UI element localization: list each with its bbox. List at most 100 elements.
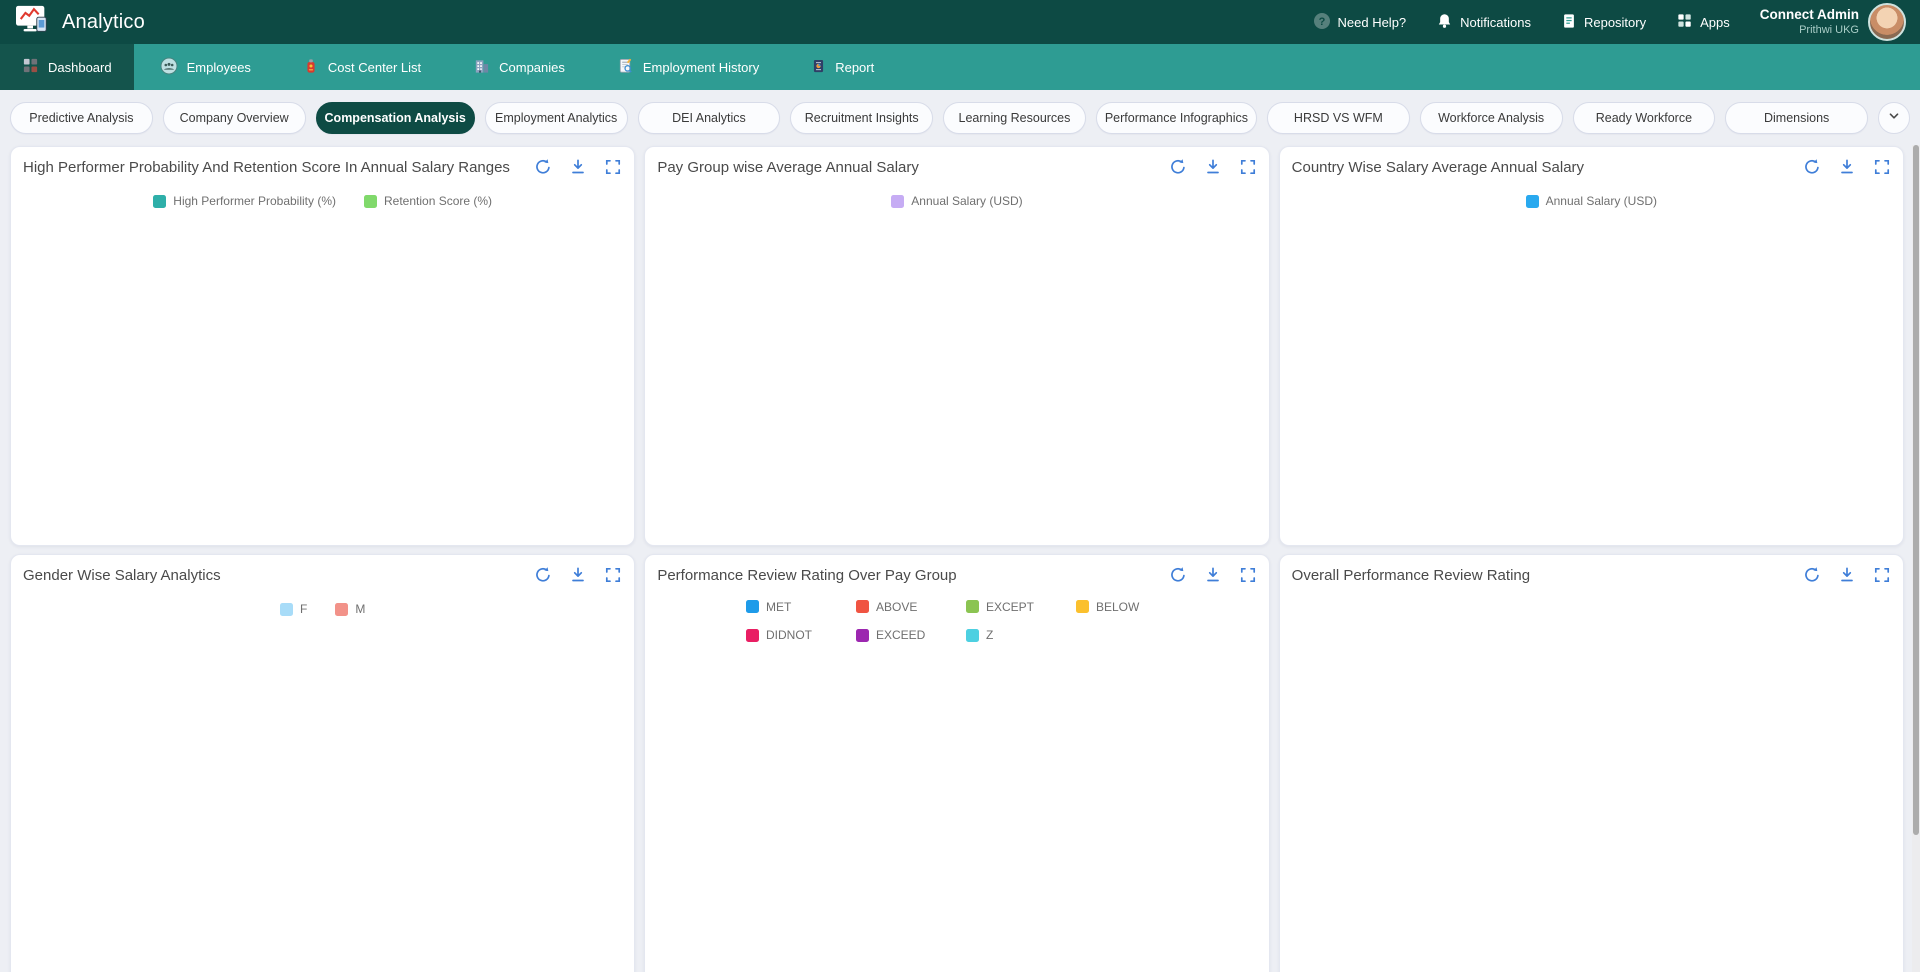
- dashboard-icon: [22, 57, 39, 77]
- user-name: Connect Admin: [1760, 7, 1859, 24]
- refresh-icon[interactable]: 02040608010012080,000 - 89,99970,000 - 7…: [534, 158, 552, 176]
- card-overall-performance: Overall Performance Review Rating BELOW …: [1279, 554, 1904, 972]
- card-title: Country Wise Salary Average Annual Salar…: [1292, 159, 1803, 176]
- legend-label: DIDNOT: [766, 628, 812, 642]
- chart-legend: Annual Salary (USD): [657, 187, 1256, 215]
- fullscreen-icon[interactable]: [1239, 158, 1257, 176]
- pill-employment-analytics[interactable]: Employment Analytics: [485, 102, 628, 134]
- pill-hrsd-vs-wfm[interactable]: HRSD VS WFM: [1267, 102, 1410, 134]
- header-need-help-label: Need Help?: [1338, 15, 1407, 30]
- fullscreen-icon[interactable]: [1239, 566, 1257, 584]
- tab-label: Employees: [187, 60, 251, 75]
- legend-label: MET: [766, 600, 791, 614]
- tab-dashboard[interactable]: Dashboard: [0, 44, 134, 90]
- header-repository[interactable]: Repository: [1561, 12, 1646, 33]
- download-icon[interactable]: [1838, 158, 1856, 176]
- legend-item-f: F: [280, 602, 307, 616]
- download-icon[interactable]: [1204, 158, 1222, 176]
- legend-swatch: [966, 600, 979, 613]
- pill-predictive-analysis[interactable]: Predictive Analysis: [10, 102, 153, 134]
- legend-label: Retention Score (%): [384, 194, 492, 208]
- tab-employment-history[interactable]: Employment History: [591, 44, 785, 90]
- bell-icon: [1436, 12, 1453, 33]
- legend-item-above: ABOVE: [856, 600, 948, 614]
- download-icon[interactable]: [569, 158, 587, 176]
- legend-swatch: [746, 629, 759, 642]
- legend-label: High Performer Probability (%): [173, 194, 336, 208]
- chart-legend: High Performer Probability (%) Retention …: [23, 187, 622, 215]
- employees-icon: [160, 57, 178, 78]
- legend-swatch: [1076, 600, 1089, 613]
- legend-label: BELOW: [1096, 600, 1139, 614]
- fullscreen-icon[interactable]: [604, 566, 622, 584]
- tab-companies[interactable]: Companies: [447, 44, 591, 90]
- tab-report[interactable]: Report: [785, 44, 900, 90]
- scrollbar-thumb[interactable]: [1913, 145, 1919, 835]
- legend-label: Annual Salary (USD): [1546, 194, 1657, 208]
- refresh-icon[interactable]: 0501001502002500 - 9,99910,000 - 19,9992…: [534, 566, 552, 584]
- legend-item-except: EXCEPT: [966, 600, 1058, 614]
- legend-swatch: [966, 629, 979, 642]
- card-actions: 050K100K150KCorporateManagementManufactu…: [1169, 158, 1257, 176]
- legend-item-didnot: DIDNOT: [746, 628, 838, 642]
- refresh-icon[interactable]: 050K100K150KCorporateManagementManufactu…: [1169, 158, 1187, 176]
- legend-label: EXCEED: [876, 628, 925, 642]
- legend-label: Z: [986, 628, 993, 642]
- header-apps-label: Apps: [1700, 15, 1730, 30]
- user-menu[interactable]: Connect AdminPrithwi UKG: [1760, 3, 1906, 41]
- refresh-icon[interactable]: Regional VPWorldwide - BrazilWorldwide -…: [1169, 566, 1187, 584]
- header-apps[interactable]: Apps: [1676, 12, 1730, 32]
- employment-history-icon: [617, 57, 634, 78]
- app-title: Analytico: [62, 11, 145, 34]
- legend-swatch: [891, 195, 904, 208]
- refresh-icon[interactable]: BELOW : 131 (15%)EXCEPT : 164 (19%)ABOVE…: [1803, 566, 1821, 584]
- fullscreen-icon[interactable]: [604, 158, 622, 176]
- pill-compensation-analysis[interactable]: Compensation Analysis: [316, 102, 475, 134]
- overall-performance-donut-chart: [1292, 595, 1891, 967]
- user-avatar[interactable]: [1868, 3, 1906, 41]
- card-high-performer-retention: High Performer Probability And Retention…: [10, 146, 635, 546]
- card-performance-pay-group: Performance Review Rating Over Pay Group…: [644, 554, 1269, 972]
- pill-recruitment-insights[interactable]: Recruitment Insights: [790, 102, 933, 134]
- header-need-help[interactable]: ? Need Help?: [1313, 12, 1407, 33]
- card-title: Overall Performance Review Rating: [1292, 567, 1803, 584]
- pill-dei-analytics[interactable]: DEI Analytics: [638, 102, 781, 134]
- card-title: Pay Group wise Average Annual Salary: [657, 159, 1168, 176]
- legend-swatch: [364, 195, 377, 208]
- tab-label: Dashboard: [48, 60, 112, 75]
- fullscreen-icon[interactable]: [1873, 158, 1891, 176]
- tab-cost-center-list[interactable]: Cost Center List: [277, 44, 447, 90]
- legend-item-retention-score-: Retention Score (%): [364, 194, 492, 208]
- more-pills-button[interactable]: [1878, 102, 1910, 134]
- legend-swatch: [1526, 195, 1539, 208]
- download-icon[interactable]: [1204, 566, 1222, 584]
- download-icon[interactable]: [569, 566, 587, 584]
- help-icon: ?: [1313, 12, 1331, 33]
- repository-icon: [1561, 12, 1577, 33]
- header-repository-label: Repository: [1584, 15, 1646, 30]
- chart-legend: Annual Salary (USD): [1292, 187, 1891, 215]
- legend-label: ABOVE: [876, 600, 917, 614]
- app-brand[interactable]: Analytico: [14, 3, 145, 42]
- user-subtitle: Prithwi UKG: [1760, 24, 1859, 38]
- tab-employees[interactable]: Employees: [134, 44, 277, 90]
- fullscreen-icon[interactable]: [1873, 566, 1891, 584]
- user-text: Connect AdminPrithwi UKG: [1760, 7, 1859, 38]
- top-header: Analytico ? Need Help? Notifications Reposi…: [0, 0, 1920, 44]
- card-country-salary: Country Wise Salary Average Annual Salar…: [1279, 146, 1904, 546]
- pill-performance-infographics[interactable]: Performance Infographics: [1096, 102, 1257, 134]
- card-actions: Regional VPWorldwide - BrazilWorldwide -…: [1169, 566, 1257, 584]
- pill-dimensions[interactable]: Dimensions: [1725, 102, 1868, 134]
- card-actions: 02040608010012080,000 - 89,99970,000 - 7…: [534, 158, 622, 176]
- pill-workforce-analysis[interactable]: Workforce Analysis: [1420, 102, 1563, 134]
- pill-ready-workforce[interactable]: Ready Workforce: [1573, 102, 1716, 134]
- tab-label: Companies: [499, 60, 565, 75]
- performance-pay-group-chart: [657, 645, 1256, 972]
- refresh-icon[interactable]: 020K40K60K80K100KUSACANMEXGBRDEUJPNBRAES…: [1803, 158, 1821, 176]
- download-icon[interactable]: [1838, 566, 1856, 584]
- companies-icon: [473, 57, 490, 78]
- pill-company-overview[interactable]: Company Overview: [163, 102, 306, 134]
- header-notifications[interactable]: Notifications: [1436, 12, 1531, 33]
- pill-learning-resources[interactable]: Learning Resources: [943, 102, 1086, 134]
- card-actions: 0501001502002500 - 9,99910,000 - 19,9992…: [534, 566, 622, 584]
